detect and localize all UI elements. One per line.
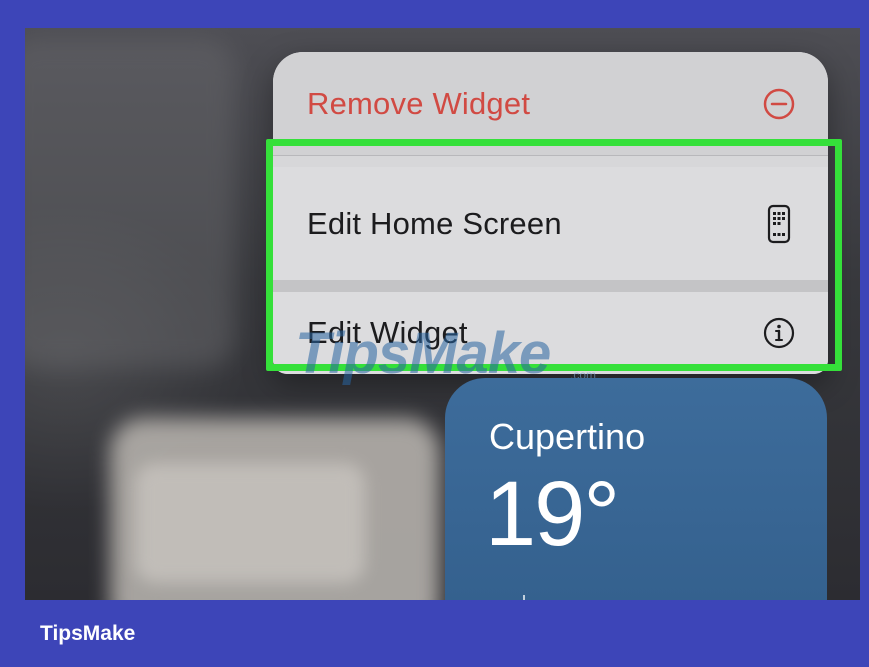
watermark-logo: TipsMake (295, 321, 551, 386)
blurred-widget-content (135, 463, 365, 583)
brand-label: TipsMake (40, 622, 136, 645)
weather-city: Cupertino (489, 416, 646, 457)
screenshot-photo: Remove Widget Edit Home Screen Edit Widg… (25, 28, 860, 600)
weather-temperature: 19° (485, 463, 620, 565)
weather-condition-icon (523, 595, 525, 600)
minus-circle-icon (762, 87, 796, 121)
weather-widget[interactable]: Cupertino 19° (445, 378, 827, 600)
blurred-background-app (25, 38, 235, 368)
remove-widget-label: Remove Widget (307, 85, 531, 121)
